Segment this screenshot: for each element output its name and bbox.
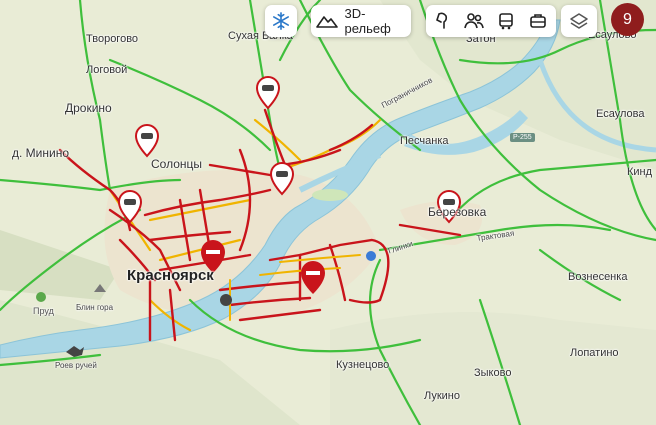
person-icon — [436, 12, 448, 29]
place-minino: д. Минино — [12, 146, 69, 160]
place-berezovka: Березовка — [428, 205, 487, 219]
people-icon — [464, 13, 484, 29]
park-poi-icon — [36, 292, 46, 302]
bus-stop-poi-icon — [366, 251, 376, 261]
notification-badge[interactable]: 9 — [611, 3, 644, 36]
place-logovoy: Логовой — [86, 64, 128, 76]
snowflake-icon — [272, 12, 290, 30]
relief-toggle-button[interactable]: 3D-рельеф — [311, 5, 411, 37]
place-drokino: Дрокино — [65, 101, 112, 115]
business-button[interactable] — [522, 5, 554, 37]
camera-poi-icon — [220, 294, 232, 306]
road-number-badge: Р-255 — [510, 133, 535, 142]
place-blin-gora: Блин гора — [76, 303, 114, 312]
mountain-icon — [315, 16, 338, 28]
panorama-button[interactable] — [426, 5, 458, 37]
winter-mode-button[interactable] — [265, 5, 297, 37]
layers-toolbar — [426, 5, 556, 37]
place-roev-ruchey: Роев ручей — [55, 361, 97, 370]
place-kindya: Кинд — [627, 166, 653, 178]
place-zykovo: Зыково — [474, 367, 512, 379]
relief-icon-wrap — [315, 5, 339, 37]
layers-icon — [570, 13, 588, 29]
place-voznesenka: Вознесенка — [568, 271, 628, 283]
briefcase-icon — [530, 14, 546, 28]
people-button[interactable] — [458, 5, 490, 37]
transit-button[interactable] — [490, 5, 522, 37]
place-peschanka: Песчанка — [400, 135, 449, 147]
bus-icon — [499, 13, 513, 30]
place-kuznetsovo: Кузнецово — [336, 359, 390, 371]
place-solontsy: Солонцы — [151, 157, 203, 171]
relief-label: 3D-рельеф — [344, 6, 391, 36]
layers-button[interactable] — [561, 5, 597, 37]
place-esaulovo: Есаулова — [596, 108, 645, 120]
place-prud: Пруд — [33, 306, 54, 316]
place-tvorogovo: Творогово — [86, 33, 139, 45]
place-lukino: Лукино — [424, 390, 460, 402]
place-krasnoyarsk: Красноярск — [127, 267, 214, 284]
place-lopatino: Лопатино — [570, 347, 619, 359]
